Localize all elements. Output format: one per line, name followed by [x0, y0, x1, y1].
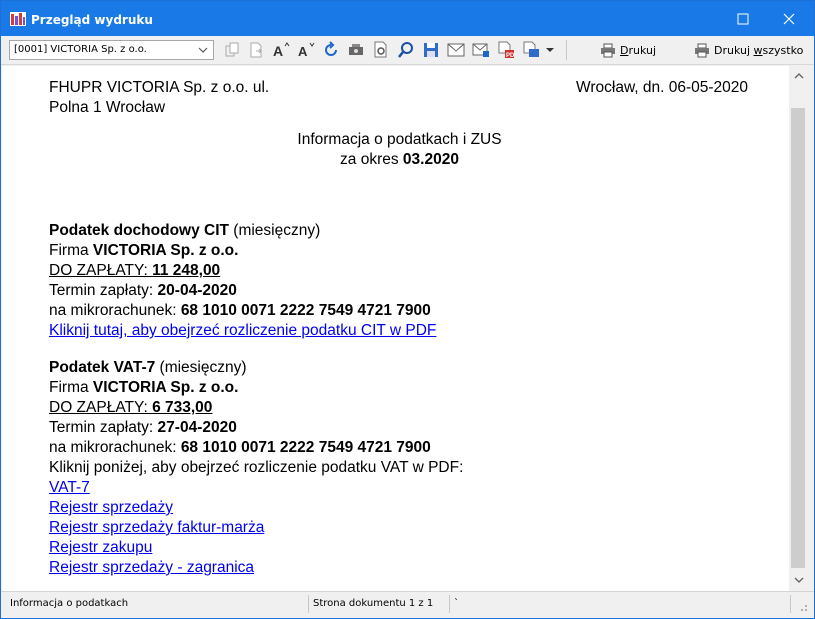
svg-text:A: A — [273, 43, 283, 59]
print-button-label: Drukuj — [620, 43, 657, 57]
export-icon[interactable] — [247, 41, 265, 59]
chevron-down-icon — [794, 577, 804, 583]
close-button[interactable] — [766, 1, 812, 36]
place-date: Wrocław, dn. 06-05-2020 — [576, 79, 749, 96]
cit-title: Podatek dochodowy CIT (miesięczny) — [49, 222, 321, 239]
heading-title: Informacja o podatkach i ZUS — [297, 131, 502, 148]
document-select-value: [0001] VICTORIA Sp. z o.o. — [14, 44, 147, 55]
copy-icon[interactable] — [223, 41, 241, 59]
purchase-register-link[interactable]: Rejestr zakupu — [49, 538, 463, 558]
print-all-button-label: Drukuj wszystko — [714, 43, 804, 57]
vertical-scrollbar[interactable] — [789, 66, 809, 591]
email-icon[interactable] — [447, 41, 465, 59]
status-bar: Informacja o podatkach Strona dokumentu … — [1, 591, 814, 618]
window-title: Przegląd wydruku — [31, 13, 153, 27]
company-address: FHUPR VICTORIA Sp. z o.o. ul. Polna 1 Wr… — [49, 78, 269, 118]
foreign-sales-register-link[interactable]: Rejestr sprzedaży - zagranica — [49, 558, 463, 578]
status-divider — [308, 595, 309, 613]
pdf-icon[interactable]: PDF — [497, 41, 515, 59]
vat-firm: Firma VICTORIA Sp. z o.o. — [49, 379, 239, 396]
status-page-info: Strona dokumentu 1 z 1 — [313, 598, 434, 609]
app-icon — [10, 12, 26, 26]
vat-title: Podatek VAT-7 (miesięczny) — [49, 359, 247, 376]
font-decrease-icon[interactable]: A — [297, 41, 315, 59]
vat-pdf-intro: Kliknij poniżej, aby obejrzeć rozliczeni… — [49, 459, 464, 476]
settings-icon[interactable] — [347, 41, 365, 59]
close-icon — [783, 13, 795, 24]
vat-deadline: Termin zapłaty: 27-04-2020 — [49, 419, 237, 436]
search-icon[interactable] — [397, 41, 415, 59]
margin-sales-register-link[interactable]: Rejestr sprzedaży faktur-marża — [49, 518, 463, 538]
email-attachment-icon[interactable] — [472, 41, 490, 59]
toolbar-separator — [566, 40, 567, 60]
cit-account: na mikrorachunek: 68 1010 0071 2222 7549… — [49, 302, 431, 319]
export-dropdown-icon[interactable] — [522, 41, 556, 59]
document-view: FHUPR VICTORIA Sp. z o.o. ul. Polna 1 Wr… — [2, 66, 789, 591]
cit-pdf-link[interactable]: Kliknij tutaj, aby obejrzeć rozliczenie … — [49, 321, 436, 341]
chevron-down-icon — [198, 47, 208, 53]
cit-section: Podatek dochodowy CIT (miesięczny) Firma… — [49, 221, 436, 341]
toolbar: [0001] VICTORIA Sp. z o.o. A A PD Drukuj… — [1, 36, 814, 65]
printer-icon — [601, 43, 615, 57]
vat-section: Podatek VAT-7 (miesięczny) Firma VICTORI… — [49, 358, 463, 578]
document-heading: Informacja o podatkach i ZUS za okres 03… — [2, 130, 789, 170]
scroll-thumb[interactable] — [791, 108, 805, 568]
font-increase-icon[interactable]: A — [272, 41, 290, 59]
svg-text:PDF: PDF — [506, 53, 515, 59]
printer-icon — [695, 43, 709, 57]
scroll-down-button[interactable] — [789, 572, 809, 588]
document-select[interactable]: [0001] VICTORIA Sp. z o.o. — [9, 40, 214, 60]
status-title: Informacja o podatkach — [10, 598, 129, 609]
maximize-icon — [737, 13, 749, 24]
title-bar: Przegląd wydruku — [1, 1, 814, 36]
scroll-up-button[interactable] — [789, 68, 809, 84]
company-line-1: FHUPR VICTORIA Sp. z o.o. ul. — [49, 79, 270, 96]
sales-register-link[interactable]: Rejestr sprzedaży — [49, 498, 463, 518]
print-button[interactable]: Drukuj — [600, 39, 656, 61]
maximize-button[interactable] — [720, 1, 766, 36]
vat-account: na mikrorachunek: 68 1010 0071 2222 7549… — [49, 439, 431, 456]
resize-grip-icon[interactable] — [798, 602, 808, 615]
status-extra: ` — [454, 598, 459, 609]
cit-firm: Firma VICTORIA Sp. z o.o. — [49, 242, 239, 259]
svg-text:A: A — [298, 44, 308, 59]
heading-period: za okres 03.2020 — [340, 151, 459, 168]
company-line-2: Polna 1 Wrocław — [49, 99, 166, 116]
print-preview-window: Przegląd wydruku [0001] VICTORIA Sp. z o… — [0, 0, 815, 619]
vat7-link[interactable]: VAT-7 — [49, 478, 463, 498]
save-icon[interactable] — [422, 41, 440, 59]
status-divider — [449, 595, 450, 613]
settings-alt-icon[interactable] — [372, 41, 390, 59]
cit-amount-due: DO ZAPŁATY: 11 248,00 — [49, 262, 221, 279]
status-divider — [790, 595, 791, 613]
cit-deadline: Termin zapłaty: 20-04-2020 — [49, 282, 237, 299]
refresh-icon[interactable] — [322, 41, 340, 59]
chevron-up-icon — [794, 73, 804, 79]
vat-amount-due: DO ZAPŁATY: 6 733,00 — [49, 399, 213, 416]
print-all-button[interactable]: Drukuj wszystko — [694, 39, 803, 61]
